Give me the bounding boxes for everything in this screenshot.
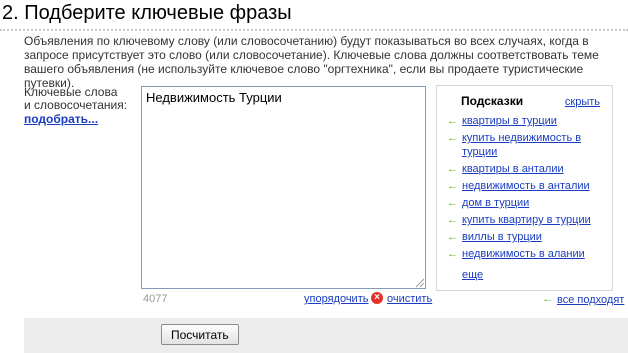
arrow-left-icon[interactable]: ← <box>447 162 458 176</box>
hide-hints-link[interactable]: скрыть <box>565 96 600 108</box>
keywords-label-line2: и словосочетания: <box>24 98 128 112</box>
hints-title: Подсказки <box>461 94 524 108</box>
arrow-left-icon[interactable]: ← <box>447 230 458 244</box>
hint-item: ← квартиры в анталии <box>447 162 607 176</box>
hint-link[interactable]: квартиры в турции <box>462 115 557 127</box>
add-all-hints-link[interactable]: все подходят <box>557 294 624 306</box>
section-title: 2. Подберите ключевые фразы <box>2 2 292 24</box>
sort-keywords-link[interactable]: упорядочить <box>304 293 368 305</box>
hint-list: ← квартиры в турции ← купить недвижимост… <box>447 114 607 264</box>
clear-keywords-link[interactable]: очистить <box>387 293 432 305</box>
more-hints-link[interactable]: еще <box>462 269 483 281</box>
arrow-left-icon[interactable]: ← <box>447 213 458 227</box>
hint-item: ← виллы в турции <box>447 230 607 244</box>
hints-panel: Подсказки скрыть ← квартиры в турции ← к… <box>436 85 613 291</box>
arrow-left-icon[interactable]: ← <box>447 179 458 193</box>
arrow-left-icon[interactable]: ← <box>542 293 553 305</box>
hint-link[interactable]: квартиры в анталии <box>462 163 564 175</box>
hint-link[interactable]: недвижимость в анталии <box>462 180 590 192</box>
hint-item: ← купить квартиру в турции <box>447 213 607 227</box>
section-divider <box>0 29 628 31</box>
hint-item: ← дом в турции <box>447 196 607 210</box>
hint-item: ← квартиры в турции <box>447 114 607 128</box>
keywords-label: Ключевые слова и словосочетания: <box>24 86 134 112</box>
keywords-textarea[interactable]: Недвижимость Турции <box>141 86 426 289</box>
hint-link[interactable]: дом в турции <box>462 197 529 209</box>
arrow-left-icon[interactable]: ← <box>447 196 458 210</box>
section-description: Объявления по ключевому слову (или слово… <box>24 34 599 90</box>
resize-grip-icon[interactable] <box>414 277 425 288</box>
hint-item: ← недвижимость в алании <box>447 247 607 261</box>
char-counter: 4077 <box>143 293 168 305</box>
calculate-button[interactable]: Посчитать <box>161 324 239 345</box>
arrow-left-icon[interactable]: ← <box>447 247 458 261</box>
footer-bar: Посчитать <box>24 318 628 353</box>
hint-link[interactable]: купить квартиру в турции <box>462 214 591 226</box>
pick-keywords-link[interactable]: подобрать... <box>24 112 98 126</box>
arrow-left-icon[interactable]: ← <box>447 114 458 128</box>
close-icon[interactable]: × <box>371 292 383 304</box>
hint-link[interactable]: купить недвижимость в турции <box>462 132 581 158</box>
hint-link[interactable]: недвижимость в алании <box>462 248 585 260</box>
hint-item: ← купить недвижимость в турции <box>447 131 607 159</box>
hint-item: ← недвижимость в анталии <box>447 179 607 193</box>
hint-link[interactable]: виллы в турции <box>462 231 542 243</box>
arrow-left-icon[interactable]: ← <box>447 131 458 145</box>
